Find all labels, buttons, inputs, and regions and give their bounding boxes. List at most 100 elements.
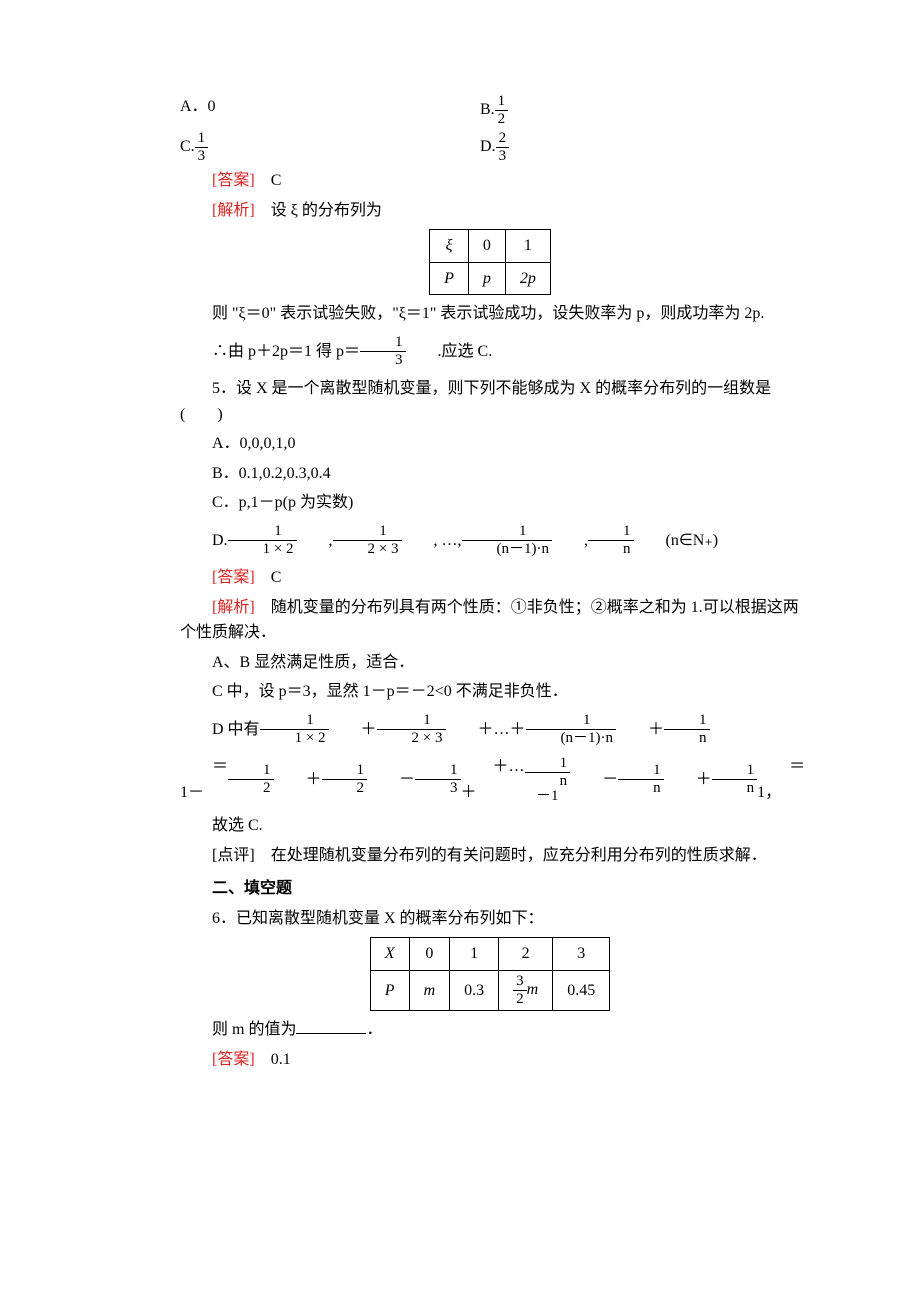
answer-label: [答案] (212, 569, 255, 586)
q6-blank-line: 则 m 的值为 ． (180, 1017, 800, 1043)
q4-distribution-table: ξ 0 1 P p 2p (429, 229, 551, 295)
sep: , (552, 528, 588, 554)
q5-D-post: (n∈N₊) (634, 528, 719, 554)
q4-explain-intro: [解析] 设 ξ 的分布列为 (180, 198, 800, 224)
fill-in-blank[interactable] (296, 1017, 366, 1034)
sum-1-n: 1n (664, 713, 710, 746)
cell-3: 3 (553, 938, 610, 971)
remark-label: [点评] (212, 847, 255, 864)
m-suffix: m (527, 981, 539, 998)
plus: ＋ (664, 767, 712, 793)
sum-1-2x3: 12 × 3 (377, 713, 446, 746)
table-row: P m 0.3 32m 0.45 (370, 971, 609, 1011)
q4-explain-line2: ∴由 p＋2p＝1 得 p＝13.应选 C. (180, 335, 492, 368)
explain-label: [解析] (212, 599, 255, 616)
answer-label: [答案] (212, 172, 255, 189)
q5-exp1: [解析] 随机变量的分布列具有两个性质：①非负性；②概率之和为 1.可以根据这两… (180, 595, 800, 646)
q6-answer-line: [答案] 0.1 (180, 1047, 800, 1073)
tele-1-nb: 1n (712, 763, 758, 796)
cell-m: m (409, 971, 450, 1011)
q5-exp2: A、B 显然满足性质，适合． (180, 650, 800, 676)
q5-answer-value: C (271, 569, 282, 586)
tele-1-2b: 12 (322, 763, 368, 796)
sum-1-1x2: 11 × 2 (260, 713, 329, 746)
q4-exp2-post: .应选 C. (406, 339, 493, 365)
eq-pre: ＝1－ (180, 754, 228, 805)
frac-2-3: 23 (496, 131, 510, 164)
q4-option-D: D.23 (480, 131, 800, 164)
q5-D-pre: D. (180, 528, 228, 554)
q5-exp4: D 中有 11 × 2 ＋ 12 × 3 ＋…＋ 1(n－1)·n ＋ 1n (180, 713, 710, 746)
plus: ＋ (616, 717, 664, 743)
plus-dots: ＋…＋ (461, 754, 525, 805)
frac-1-3b: 13 (360, 335, 406, 368)
sep-dots: , …, (402, 528, 462, 554)
frac-3-2: 32 (513, 974, 527, 1007)
opt-B-prefix: B. (480, 101, 495, 118)
cell-1: 1 (505, 230, 550, 263)
frac-1-2: 12 (495, 94, 509, 127)
q5-option-C: C．p,1－p(p 为实数) (180, 490, 800, 516)
plus: ＋ (274, 767, 322, 793)
q5-option-D: D. 11 × 2 , 12 × 3 , …, 1(n－1)·n , 1n (n… (180, 524, 718, 557)
opt-D-prefix: D. (480, 138, 496, 155)
cell-X: X (370, 938, 409, 971)
opt-C-prefix: C. (180, 138, 195, 155)
explain-label: [解析] (212, 202, 255, 219)
cell-P: P (430, 262, 469, 295)
q5-stem: 5．设 X 是一个离散型随机变量，则下列不能够成为 X 的概率分布列的一组数是(… (180, 376, 800, 427)
plus: ＋ (329, 717, 377, 743)
q6-blank-pre: 则 m 的值为 (212, 1021, 296, 1038)
cell-0.45: 0.45 (553, 971, 610, 1011)
q5-remark-text: 在处理随机变量分布列的有关问题时，应充分利用分布列的性质求解． (271, 847, 767, 864)
cell-2: 2 (499, 938, 553, 971)
frac-1-2x3: 12 × 3 (333, 524, 402, 557)
cell-0.3: 0.3 (450, 971, 499, 1011)
frac-1-n: 1n (588, 524, 634, 557)
q5-exp6: 故选 C. (180, 813, 800, 839)
sum-1-nm1n: 1(n－1)·n (526, 713, 617, 746)
cell-0: 0 (468, 230, 505, 263)
q4-answer-line: [答案] C (180, 168, 800, 194)
answer-label: [答案] (212, 1051, 255, 1068)
section-2-title: 二、填空题 (180, 876, 800, 902)
q4-exp2-pre: ∴由 p＋2p＝1 得 p＝ (180, 339, 360, 365)
q5-exp4-pre: D 中有 (180, 717, 260, 743)
cell-p: p (468, 262, 505, 295)
q5-option-A: A．0,0,0,1,0 (180, 431, 800, 457)
minus: － (367, 767, 415, 793)
sep: , (297, 528, 333, 554)
q4-options-row1: A．0 B.12 (180, 94, 800, 127)
plus-dots: ＋…＋ (446, 717, 526, 743)
q4-answer-value: C (271, 172, 282, 189)
minus: － (570, 767, 618, 793)
cell-2p: 2p (505, 262, 550, 295)
frac-1-nm1n: 1(n－1)·n (462, 524, 553, 557)
frac-1-3: 13 (195, 131, 209, 164)
table-row: ξ 0 1 (430, 230, 551, 263)
tele-1-na: 1n (618, 763, 664, 796)
q5-exp5: ＝1－ 12 ＋ 12 － 13 ＋…＋ 1n－1 － 1n ＋ 1n ＝1， (180, 754, 805, 805)
cell-3-2-m: 32m (499, 971, 553, 1011)
tele-1-nm1: 1n－1 (525, 756, 571, 804)
cell-xi: ξ (430, 230, 469, 263)
opt-A-text: A．0 (180, 98, 216, 115)
q6-stem: 6．已知离散型随机变量 X 的概率分布列如下： (180, 906, 800, 932)
q4-options-row2: C.13 D.23 (180, 131, 800, 164)
q6-distribution-table: X 0 1 2 3 P m 0.3 32m 0.45 (370, 937, 610, 1011)
cell-P: P (370, 971, 409, 1011)
q4-option-A: A．0 (180, 94, 480, 127)
q4-explain-intro-text: 设 ξ 的分布列为 (271, 202, 382, 219)
q4-option-C: C.13 (180, 131, 480, 164)
eq-end: ＝1， (757, 754, 805, 805)
tele-1-3: 13 (415, 763, 461, 796)
q4-option-B: B.12 (480, 94, 800, 127)
q6-blank-post: ． (366, 1021, 382, 1038)
q5-remark: [点评] 在处理随机变量分布列的有关问题时，应充分利用分布列的性质求解． (180, 843, 800, 869)
frac-1-1x2: 11 × 2 (228, 524, 297, 557)
q5-option-B: B．0.1,0.2,0.3,0.4 (180, 461, 800, 487)
q5-exp3: C 中，设 p＝3，显然 1－p＝－2<0 不满足非负性． (180, 679, 800, 705)
table-row: P p 2p (430, 262, 551, 295)
cell-1: 1 (450, 938, 499, 971)
cell-0: 0 (409, 938, 450, 971)
